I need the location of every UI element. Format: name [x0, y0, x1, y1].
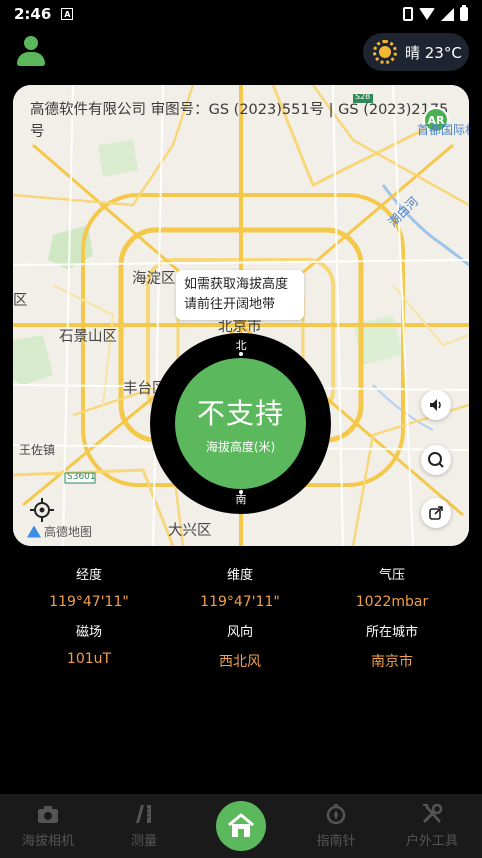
wifi-icon	[419, 8, 435, 20]
home-icon	[228, 813, 254, 837]
speaker-icon	[430, 399, 441, 411]
nav-measure[interactable]: 测量	[96, 794, 192, 858]
sound-button[interactable]	[421, 390, 451, 420]
nav-home-button[interactable]	[216, 801, 266, 851]
map-copyright: 高德软件有限公司 审图号：GS (2023)551号 | GS (2023)21…	[30, 102, 449, 140]
crosshair-icon	[30, 498, 54, 522]
reading-label: 气压	[378, 568, 405, 583]
weather-text: 晴 23°C	[405, 43, 462, 62]
nav-label: 测量	[130, 834, 157, 849]
ruler-icon	[136, 805, 151, 823]
status-time: 2:46	[14, 5, 52, 23]
nav-compass[interactable]: 指南针	[288, 794, 384, 858]
compass-south-label: 南	[235, 493, 247, 506]
place-daxing: 大兴区	[168, 523, 212, 539]
camera-icon	[38, 806, 58, 823]
reading-value: 119°47'11"	[200, 594, 280, 610]
reading-wind: 风向 西北风	[160, 621, 320, 671]
reading-longitude: 经度 119°47'11"	[9, 564, 169, 610]
nav-altitude-camera[interactable]: 海拔相机	[0, 794, 96, 858]
sun-icon	[373, 40, 397, 64]
reading-city: 所在城市 南京市	[312, 621, 472, 671]
locate-button[interactable]	[29, 497, 55, 523]
tools-icon	[422, 803, 443, 824]
reading-label: 风向	[226, 625, 253, 640]
amap-logo-text: 高德地图	[44, 525, 93, 539]
cellular-signal-icon	[441, 7, 454, 21]
amap-logo-icon	[27, 525, 41, 538]
reading-pressure: 气压 1022mbar	[312, 564, 472, 610]
sun-core	[379, 46, 391, 58]
reading-value: 1022mbar	[355, 594, 429, 610]
map-search-button[interactable]	[421, 445, 451, 475]
place-wangzuo: 王佐镇	[19, 443, 56, 457]
share-button[interactable]	[421, 498, 451, 528]
reading-label: 维度	[226, 568, 253, 583]
place-shijingshan: 石景山区	[59, 329, 117, 345]
amap-logo: 高德地图	[27, 523, 92, 540]
reading-value: 101uT	[66, 651, 112, 667]
compass-north-label: 北	[235, 339, 247, 352]
place-haidian: 海淀区	[132, 271, 176, 287]
tooltip-line-2: 请前往开阔地带	[184, 297, 276, 312]
avatar-head	[24, 36, 38, 50]
reading-label: 磁场	[75, 625, 102, 640]
reading-value: 南京市	[371, 654, 413, 670]
place-airport: 首都国际机场	[417, 123, 469, 137]
nav-outdoor-tools[interactable]: 户外工具	[384, 794, 480, 858]
avatar-body	[17, 52, 45, 66]
battery-icon	[460, 5, 468, 21]
reading-label: 所在城市	[365, 625, 418, 640]
road-s3601: S3601	[67, 472, 96, 482]
nav-label: 指南针	[316, 834, 356, 849]
road-s28: S28	[355, 92, 371, 101]
compass-icon	[326, 804, 346, 825]
search-icon	[428, 452, 444, 468]
reading-value: 119°47'11"	[49, 594, 129, 610]
altitude-value: 不支持	[196, 397, 284, 430]
reading-latitude: 维度 119°47'11"	[160, 564, 320, 610]
reading-magnetic: 磁场 101uT	[9, 621, 169, 667]
status-icons	[403, 5, 468, 21]
weather-badge[interactable]: 晴 23°C	[363, 33, 469, 71]
external-link-icon	[429, 506, 443, 520]
altitude-display: 不支持 海拔高度(米)	[175, 358, 306, 489]
nav-label: 海拔相机	[21, 834, 74, 849]
tooltip-line-1: 如需获取海拔高度	[184, 277, 289, 292]
vibrate-icon	[403, 7, 413, 21]
reading-value: 西北风	[219, 654, 261, 670]
status-bar: 2:46 A	[0, 0, 482, 28]
user-avatar-icon[interactable]	[17, 36, 45, 66]
place-qu: 区	[13, 293, 28, 309]
reading-label: 经度	[75, 568, 102, 583]
nav-label: 户外工具	[405, 834, 458, 849]
altitude-unit: 海拔高度(米)	[205, 440, 276, 454]
altitude-tooltip: 如需获取海拔高度 请前往开阔地带	[176, 270, 304, 320]
app-notification-icon: A	[61, 8, 74, 20]
